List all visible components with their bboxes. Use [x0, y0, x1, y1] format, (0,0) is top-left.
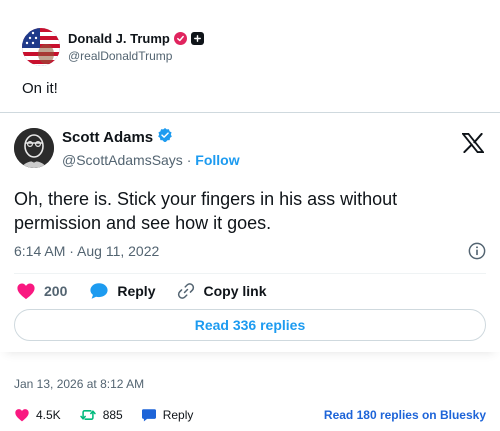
follow-link[interactable]: Follow [195, 152, 239, 168]
reply-button[interactable]: Reply [141, 408, 194, 422]
embedded-tweet-text: Oh, there is. Stick your fingers in his … [14, 189, 398, 233]
reply-label: Reply [162, 408, 194, 422]
separator-dot: · [186, 152, 196, 168]
speech-bubble-icon [90, 283, 108, 299]
avatar[interactable] [14, 127, 54, 168]
repost-button[interactable]: 885 [79, 408, 123, 422]
pink-check-icon [173, 32, 187, 45]
embedded-tweet-timestamp[interactable]: 6:14 AM · Aug 11, 2022 [14, 243, 159, 259]
author-name[interactable]: Donald J. Trump [68, 31, 170, 46]
heart-icon [15, 409, 29, 422]
verified-icon [157, 127, 173, 148]
reply-label: Reply [117, 283, 156, 299]
reply-button[interactable]: Reply [89, 282, 155, 300]
post-date[interactable]: Jan 13, 2026 at 8:12 AM [14, 377, 144, 391]
plus-badge-icon [190, 32, 204, 45]
post-text: On it! [22, 80, 58, 97]
link-icon [178, 283, 195, 299]
post-card: Donald J. Trump @realDonaldTrump On it! [0, 0, 500, 431]
copy-link-button[interactable]: Copy link [177, 282, 267, 300]
heart-icon [17, 283, 35, 300]
like-button[interactable]: 4.5K [14, 408, 61, 422]
repost-count: 885 [102, 408, 123, 422]
read-replies-button[interactable]: Read 336 replies [14, 309, 486, 341]
x-logo-icon[interactable] [461, 132, 485, 158]
embedded-author-name[interactable]: Scott Adams [62, 129, 153, 146]
embedded-tweet[interactable]: Scott Adams @ScottAdamsSays · Follow Oh,… [0, 112, 500, 352]
speech-bubble-icon [141, 409, 156, 422]
outer-post-header: Donald J. Trump @realDonaldTrump [22, 28, 204, 66]
embedded-tweet-actions: 200 Reply Copy link [16, 282, 289, 300]
post-actions: 4.5K 885 Reply [14, 408, 211, 422]
embedded-tweet-header: Scott Adams @ScottAdamsSays · Follow [14, 127, 240, 168]
like-count: 4.5K [36, 408, 61, 422]
info-icon[interactable] [468, 242, 486, 265]
author-handle[interactable]: @realDonaldTrump [68, 49, 204, 63]
read-replies-bluesky-link[interactable]: Read 180 replies on Bluesky [324, 408, 486, 422]
like-button[interactable]: 200 [16, 282, 67, 300]
repost-icon [79, 410, 96, 420]
like-count: 200 [44, 283, 68, 299]
divider [14, 273, 486, 274]
embedded-author-handle[interactable]: @ScottAdamsSays [62, 152, 183, 168]
copy-link-label: Copy link [203, 283, 267, 299]
avatar[interactable] [22, 28, 60, 66]
